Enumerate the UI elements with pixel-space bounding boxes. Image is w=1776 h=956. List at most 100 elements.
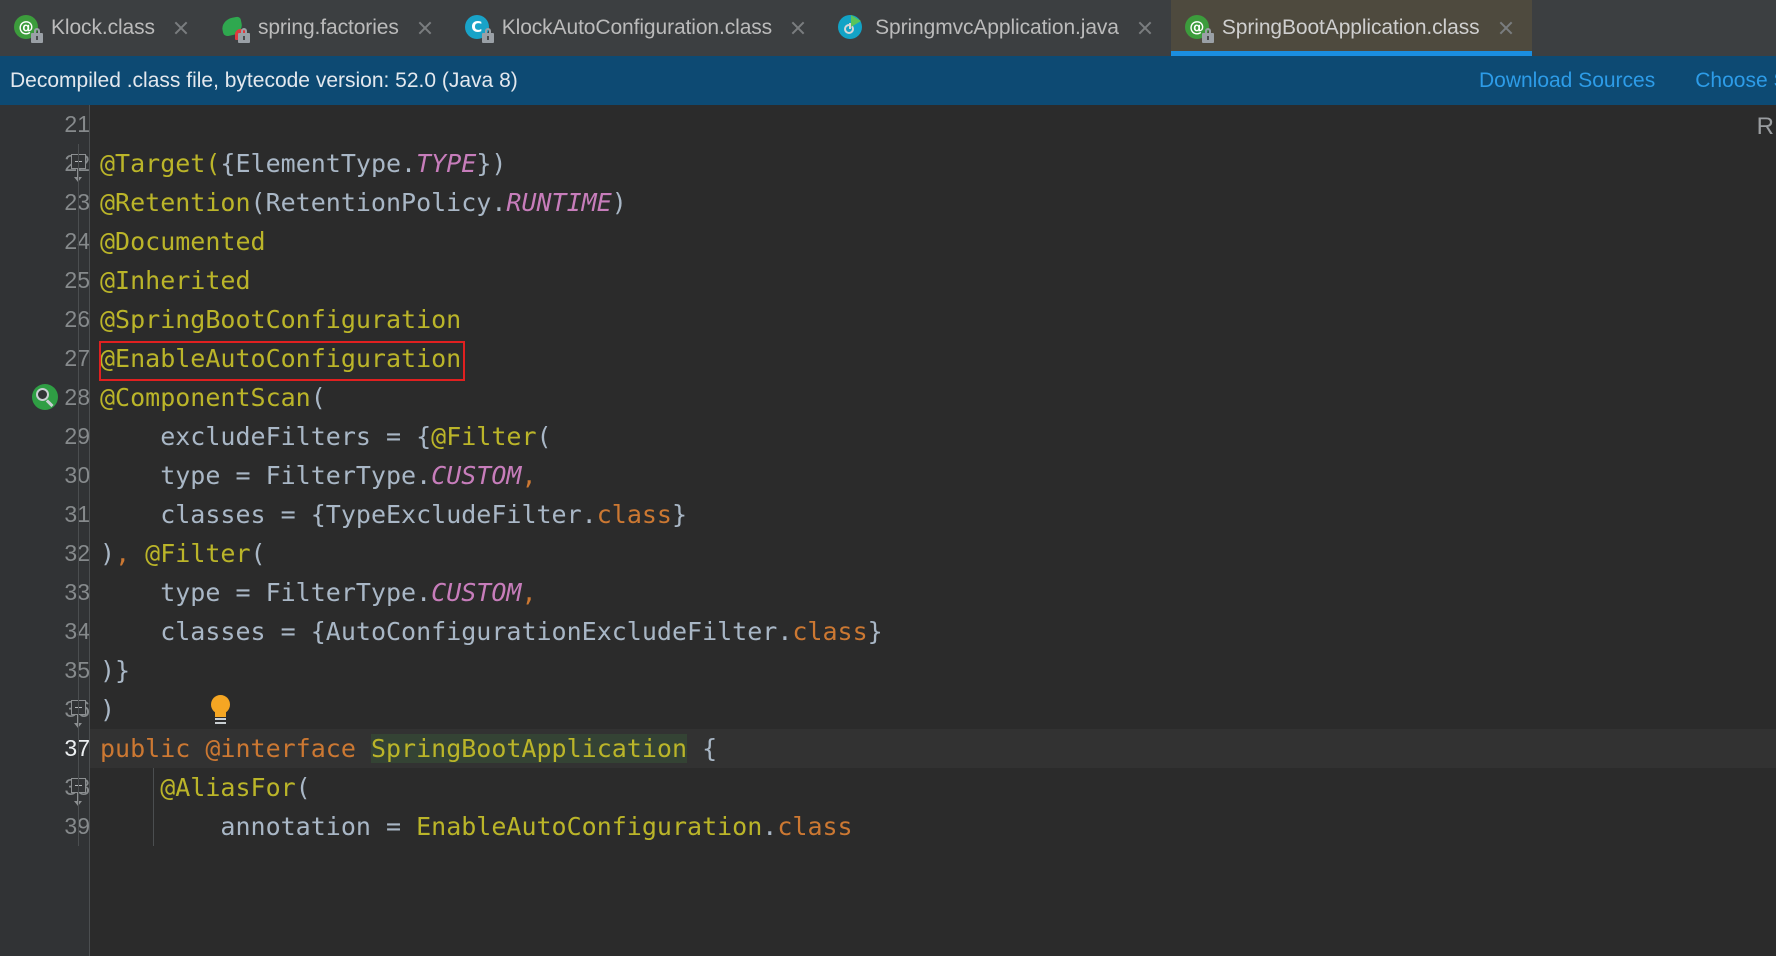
code-token: { [220,149,236,178]
code-token: FilterType. [265,578,432,607]
code-line-text: )} [100,651,130,690]
line-number: 23 [18,183,90,222]
tab-close-icon[interactable] [1136,19,1154,37]
line-number: 21 [64,111,90,137]
code-token: public [100,734,206,763]
code-line-text: ), @Filter( [100,534,266,573]
code-fold-marker[interactable] [71,778,89,806]
code-token: = [385,812,417,841]
spring-leaf-icon [220,15,250,43]
code-line[interactable]: @ComponentScan( [90,378,1776,417]
spring-boot-run-icon [838,15,864,41]
editor-tab-label: SpringBootApplication.class [1221,16,1480,39]
code-line[interactable]: excludeFilters = {@Filter( [90,417,1776,456]
code-token: @Inherited [100,266,251,295]
code-line[interactable]: classes = {TypeExcludeFilter.class} [90,495,1776,534]
tab-close-icon[interactable] [1497,19,1515,37]
code-token: , [115,539,146,568]
code-token: FilterType. [265,461,432,490]
code-token: TYPE [416,149,477,178]
code-token: { [687,734,718,763]
code-line[interactable]: @Documented [90,222,1776,261]
code-line[interactable]: @AliasFor( [90,768,1776,807]
code-token: @Target( [100,149,221,178]
editor-tab-4[interactable]: @ SpringBootApplication.class [1170,0,1532,56]
tab-close-icon[interactable] [416,19,434,37]
code-line-text: classes = {TypeExcludeFilter.class} [100,495,687,534]
code-fold-marker[interactable] [71,700,89,728]
code-token: @Filter [145,539,251,568]
code-line[interactable]: type = FilterType.CUSTOM, [90,456,1776,495]
code-token: = [280,500,311,529]
idea-editor-window: @ Klock.class spring.factories C KlockAutoCo… [0,0,1776,956]
editor-tab-2[interactable]: C KlockAutoConfiguration.class [451,0,824,56]
choose-sources-link[interactable]: Choose Sources... [1695,69,1776,93]
code-editor[interactable]: 21222324252627282930313233343536373839 @… [0,105,1776,956]
gutter-row[interactable]: 24 [0,222,90,261]
intention-lightbulb-icon[interactable] [208,695,234,725]
code-token: {TypeExcludeFilter. [310,500,597,529]
code-token: ) [100,539,116,568]
editor-tab-1[interactable]: spring.factories [207,0,451,56]
code-token: = [235,461,266,490]
code-line-text: @EnableAutoConfiguration [100,339,461,378]
code-token: @Retention [100,188,251,217]
gutter-row[interactable]: 21 [0,105,90,144]
line-number: 26 [18,300,90,339]
gutter-row[interactable]: 25 [0,261,90,300]
code-line[interactable]: ) [90,690,1776,729]
code-fold-marker[interactable] [71,154,89,182]
gutter-row[interactable]: 34 [0,612,90,651]
code-line[interactable]: )} [90,651,1776,690]
code-token: } [671,500,688,529]
code-line[interactable]: @Retention(RetentionPolicy.RUNTIME) [90,183,1776,222]
code-line[interactable]: @EnableAutoConfiguration [90,339,1776,378]
editor-tab-label: spring.factories [257,16,399,39]
code-line[interactable]: @SpringBootConfiguration [90,300,1776,339]
code-line[interactable]: @Target({ElementType.TYPE}) [90,144,1776,183]
editor-tab-label: SpringmvcApplication.java [875,16,1119,39]
code-token: @ComponentScan [100,383,311,412]
code-token: CUSTOM [431,578,522,607]
editor-tab-label: KlockAutoConfiguration.class [501,16,773,39]
spring-bean-navigate-icon[interactable] [32,384,60,412]
gutter-row[interactable]: 26 [0,300,90,339]
editor-gutter[interactable]: 21222324252627282930313233343536373839 [0,105,90,956]
code-token: class [777,812,853,841]
gutter-row[interactable]: 30 [0,456,90,495]
notification-actions: Download Sources Choose Sources... [1479,69,1776,93]
gutter-row[interactable]: 37 [0,729,90,768]
gutter-row[interactable]: 23 [0,183,90,222]
code-line[interactable]: public @interface SpringBootApplication … [90,729,1776,768]
gutter-row[interactable]: 33 [0,573,90,612]
code-line[interactable]: @Inherited [90,261,1776,300]
code-line-text: ) [100,690,115,729]
gutter-row[interactable]: 39 [0,807,90,846]
code-line[interactable]: type = FilterType.CUSTOM, [90,573,1776,612]
code-token: @SpringBootConfiguration [100,305,462,334]
line-number: 32 [18,534,90,573]
code-content-area[interactable]: @Target({ElementType.TYPE}) @Retention(Re… [71,105,1776,956]
tab-close-icon[interactable] [172,19,190,37]
code-line[interactable]: annotation = EnableAutoConfiguration.cla… [90,807,1776,846]
gutter-row[interactable]: 29 [0,417,90,456]
editor-tab-0[interactable]: @ Klock.class [0,0,207,56]
code-token: ) [611,188,627,217]
code-line[interactable] [90,105,1776,144]
code-token: class [792,617,868,646]
line-number: 34 [18,612,90,651]
code-line[interactable]: classes = {AutoConfigurationExcludeFilte… [90,612,1776,651]
code-token: classes [100,500,281,529]
code-line[interactable]: ), @Filter( [90,534,1776,573]
code-line-text: excludeFilters = {@Filter( [100,417,551,456]
gutter-row[interactable]: 31 [0,495,90,534]
download-sources-link[interactable]: Download Sources [1479,69,1655,93]
code-token: @Filter [431,422,537,451]
editor-tab-3[interactable]: SpringmvcApplication.java [824,0,1171,56]
gutter-row[interactable]: 32 [0,534,90,573]
code-line-text: public @interface SpringBootApplication … [100,729,717,768]
tab-close-icon[interactable] [789,19,807,37]
gutter-row[interactable]: 35 [0,651,90,690]
gutter-row[interactable]: 27 [0,339,90,378]
code-line-text: @AliasFor( [100,768,311,807]
